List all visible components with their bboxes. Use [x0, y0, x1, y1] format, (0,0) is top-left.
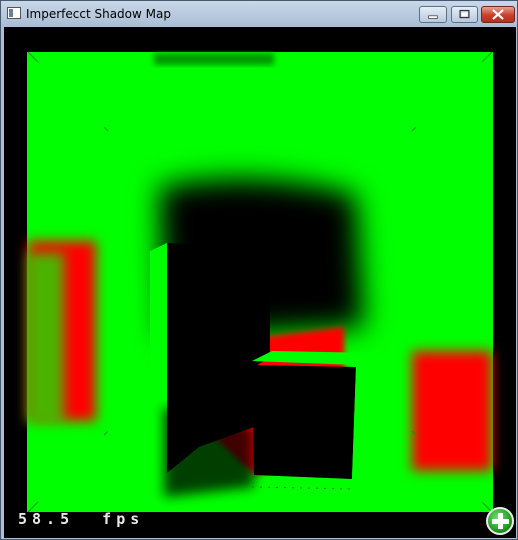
ceiling-smudge [154, 53, 274, 65]
minimize-icon [428, 15, 438, 19]
app-window: Imperfecct Shadow Map 58.5 fps [0, 0, 518, 540]
left-red-wall-inner [28, 253, 64, 423]
fps-counter: 58.5 fps [18, 510, 145, 528]
close-icon [492, 9, 504, 20]
close-button[interactable] [481, 6, 515, 23]
maximize-icon [459, 9, 470, 19]
add-button[interactable] [486, 507, 514, 535]
window-app-icon[interactable] [7, 7, 21, 19]
window-title: Imperfecct Shadow Map [26, 7, 171, 21]
shadow-map-scene [27, 51, 493, 513]
minimize-button[interactable] [419, 6, 447, 23]
short-box-front-face [252, 365, 356, 479]
title-bar[interactable]: Imperfecct Shadow Map [1, 1, 517, 27]
right-red-wall [412, 351, 492, 471]
maximize-button[interactable] [451, 6, 478, 23]
render-viewport[interactable]: 58.5 fps [4, 27, 516, 538]
